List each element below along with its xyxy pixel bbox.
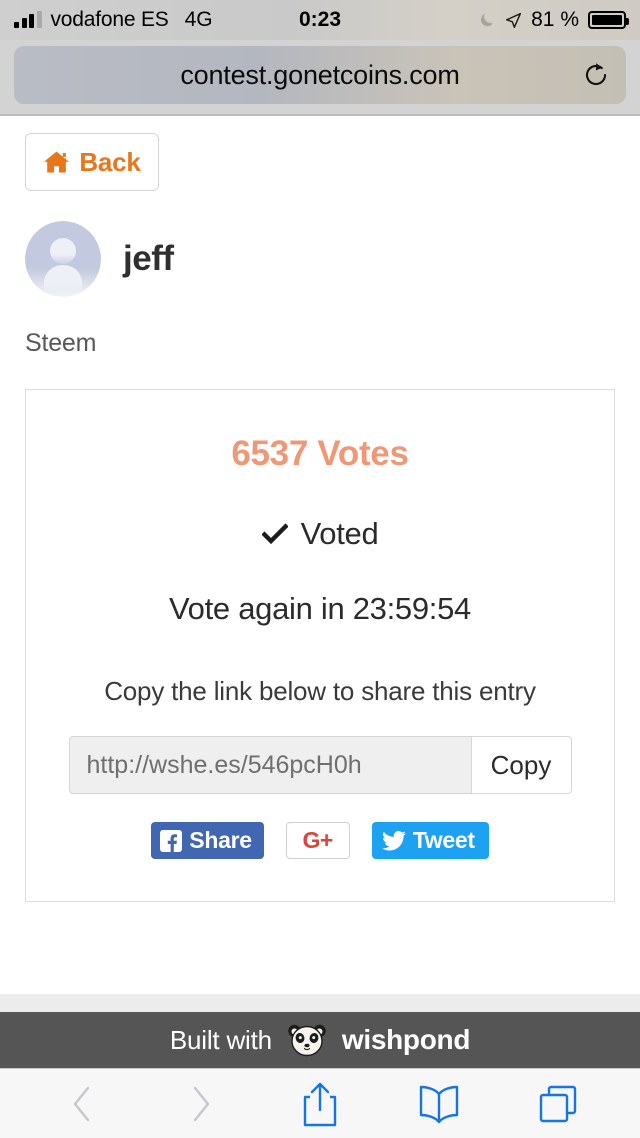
- battery-percent: 81 %: [531, 8, 579, 31]
- voted-status: Voted: [48, 516, 592, 552]
- facebook-share-label: Share: [189, 827, 252, 853]
- home-icon: [44, 151, 70, 173]
- vote-count: 6537 Votes: [231, 434, 409, 473]
- url-text: contest.gonetcoins.com: [180, 59, 460, 90]
- tabs-icon: [540, 1085, 577, 1122]
- carrier-name: vodafone ES: [50, 8, 169, 31]
- google-plus-icon: G+: [302, 827, 334, 853]
- status-bar-left: vodafone ES 4G: [14, 8, 213, 32]
- phone-screen: vodafone ES 4G 0:23 81 % contest.gonetco…: [0, 0, 640, 1138]
- browser-chrome: contest.gonetcoins.com: [0, 40, 640, 114]
- copy-link-row: Copy: [48, 736, 592, 794]
- back-button[interactable]: Back: [25, 133, 159, 191]
- check-icon: [261, 523, 288, 545]
- share-link-input[interactable]: [68, 736, 471, 794]
- browser-back-button[interactable]: [54, 1076, 110, 1132]
- cellular-signal-icon: [14, 11, 42, 28]
- wishpond-footer[interactable]: Built with wishpond: [0, 1012, 640, 1068]
- built-with-label: Built with: [169, 1024, 272, 1055]
- default-avatar-icon: [25, 221, 101, 297]
- social-share-row: Share G+ Tweet: [48, 822, 592, 859]
- ios-status-bar: vodafone ES 4G 0:23 81 %: [0, 0, 640, 40]
- panda-icon: [288, 1024, 326, 1057]
- profile-header: jeff: [25, 221, 640, 297]
- profile-subtitle: Steem: [25, 329, 97, 357]
- wishpond-brand: wishpond: [341, 1024, 471, 1055]
- network-type: 4G: [184, 8, 213, 31]
- facebook-share-button[interactable]: Share: [151, 822, 264, 859]
- status-bar-right: 81 %: [478, 8, 629, 32]
- twitter-tweet-label: Tweet: [412, 827, 475, 853]
- web-page-content: Back jeff Steem 6537 Votes Voted Vote ag…: [0, 116, 640, 994]
- browser-tabs-button[interactable]: [530, 1076, 586, 1132]
- facebook-icon: [160, 829, 183, 852]
- voted-label: Voted: [300, 516, 379, 551]
- browser-forward-button[interactable]: [173, 1076, 229, 1132]
- google-plus-share-button[interactable]: G+: [285, 822, 350, 859]
- chevron-right-icon: [193, 1086, 209, 1121]
- safari-bottom-toolbar: [0, 1068, 640, 1138]
- chevron-left-icon: [73, 1086, 89, 1121]
- footer-gap: [0, 994, 640, 1012]
- book-icon: [419, 1085, 459, 1123]
- vote-again-timer: Vote again in 23:59:54: [169, 591, 471, 626]
- reload-icon[interactable]: [582, 61, 610, 89]
- browser-share-button[interactable]: [292, 1076, 348, 1132]
- location-arrow-icon: [506, 12, 522, 28]
- share-prompt: Copy the link below to share this entry: [104, 676, 536, 706]
- entry-card: 6537 Votes Voted Vote again in 23:59:54 …: [25, 389, 615, 902]
- moon-icon: [481, 13, 493, 27]
- twitter-tweet-button[interactable]: Tweet: [371, 822, 489, 859]
- address-bar[interactable]: contest.gonetcoins.com: [14, 46, 626, 104]
- browser-bookmarks-button[interactable]: [411, 1076, 467, 1132]
- battery-icon: [588, 11, 629, 29]
- share-icon: [303, 1082, 337, 1126]
- back-button-label: Back: [79, 146, 141, 177]
- copy-button[interactable]: Copy: [470, 736, 572, 794]
- profile-username: jeff: [123, 239, 174, 278]
- twitter-icon: [381, 830, 406, 850]
